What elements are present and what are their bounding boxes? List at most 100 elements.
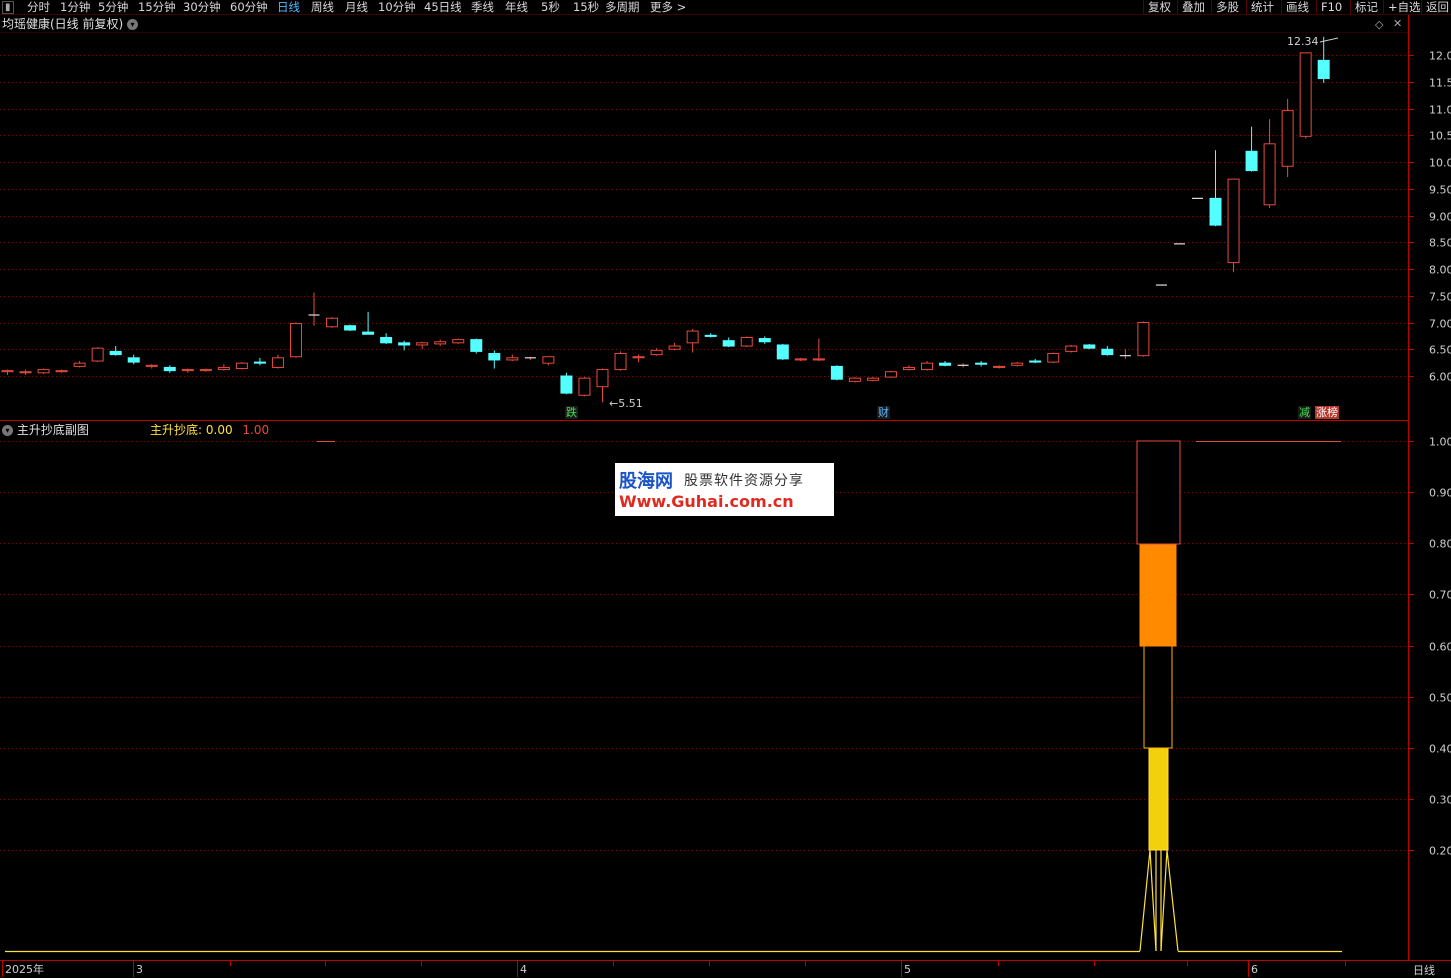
tag-fall[interactable]: 跌 xyxy=(565,406,578,419)
y-tick-label: 7.00 xyxy=(1429,318,1451,331)
high-price-label: 12.34 xyxy=(1287,35,1319,48)
candle-body xyxy=(289,323,302,358)
candle-body xyxy=(1281,110,1294,167)
candle-body xyxy=(127,357,140,363)
candle-body xyxy=(1011,362,1024,366)
candle-body xyxy=(452,339,465,344)
indicator-value: 0.00 xyxy=(205,423,233,437)
y-tick-label: 6.50 xyxy=(1429,344,1451,357)
candle-body xyxy=(1317,59,1330,80)
candle-body xyxy=(1029,360,1042,363)
candle-body xyxy=(1299,52,1312,137)
indicator-name: 主升抄底: xyxy=(150,423,203,437)
candle-body xyxy=(632,356,645,359)
candle-body xyxy=(903,366,915,371)
candle-body xyxy=(542,356,555,364)
candle-body xyxy=(668,345,681,350)
candle-body xyxy=(939,362,952,366)
indicator-bar-outline xyxy=(1143,645,1173,749)
candle-body xyxy=(1083,344,1096,349)
tag-reduce[interactable]: 减 xyxy=(1298,406,1311,419)
candle-body xyxy=(19,371,32,374)
candle-body xyxy=(1209,197,1222,226)
sub-y-tick-label: 1.00 xyxy=(1429,436,1451,449)
y-tick-label: 10.50 xyxy=(1429,130,1451,143)
high-arrow xyxy=(1319,37,1339,43)
candle-body xyxy=(199,369,212,372)
sub-chart-title: ▾ 主升抄底副图 xyxy=(2,423,89,437)
indicator-readout: 主升抄底: 0.00 1.00 xyxy=(150,423,269,437)
candle-body xyxy=(1101,348,1114,356)
x-tick-label: 3 xyxy=(136,963,143,976)
candle-body xyxy=(866,377,879,381)
indicator-bar-red xyxy=(1136,440,1181,545)
candle-body xyxy=(217,366,230,371)
candle-body xyxy=(993,365,1006,368)
candle-body xyxy=(470,339,483,352)
candle-body xyxy=(271,357,284,368)
y-tick-label: 7.50 xyxy=(1429,291,1451,304)
candle-body xyxy=(73,362,86,367)
candle-body xyxy=(1263,143,1276,206)
sub-y-tick-label: 0.40 xyxy=(1429,743,1451,756)
indicator-panel-title: 主升抄底副图 xyxy=(16,423,89,437)
watermark-slogan: 股票软件资源分享 xyxy=(684,473,804,489)
candle-body xyxy=(380,336,393,344)
y-tick-label: 8.00 xyxy=(1429,264,1451,277)
tag-limit-up-list[interactable]: 涨榜 xyxy=(1315,406,1339,419)
candle-body xyxy=(1227,178,1240,264)
sub-y-tick-label: 0.90 xyxy=(1429,487,1451,500)
watermark-brand: 股海网 xyxy=(619,471,673,492)
candle-body xyxy=(650,349,663,356)
candle-body xyxy=(235,362,248,370)
candle-body xyxy=(326,317,339,328)
candle-body xyxy=(722,340,735,347)
sub-y-tick-label: 0.80 xyxy=(1429,538,1451,551)
candle-body xyxy=(398,342,411,346)
y-tick-label: 9.50 xyxy=(1429,184,1451,197)
indicator-spike xyxy=(1160,849,1179,952)
candle-body xyxy=(578,377,591,396)
chevron-down-icon[interactable]: ▾ xyxy=(2,425,13,436)
candle-body xyxy=(91,347,104,362)
candle-body xyxy=(344,325,357,331)
y-tick-label: 11.50 xyxy=(1429,77,1451,90)
x-tick-label: 4 xyxy=(520,963,527,976)
tag-finance[interactable]: 财 xyxy=(877,406,890,419)
watermark-logo: 股海网 股票软件资源分享 Www.Guhai.com.cn xyxy=(615,463,834,516)
indicator-bar-yellow xyxy=(1148,747,1169,851)
y-tick-label: 11.00 xyxy=(1429,104,1451,117)
candle-body xyxy=(488,353,501,361)
candle-body xyxy=(704,334,717,337)
candle-body xyxy=(37,369,50,374)
candle-body xyxy=(596,369,609,388)
x-tick-label: 2025年 xyxy=(5,962,44,976)
candle-body xyxy=(686,330,699,344)
y-tick-label: 10.00 xyxy=(1429,157,1451,170)
x-tick-label: 5 xyxy=(904,963,911,976)
indicator-value-2: 1.00 xyxy=(242,423,270,437)
candle-body xyxy=(506,357,519,361)
candle-body xyxy=(1,370,14,373)
candle-body xyxy=(181,369,194,372)
candle-body xyxy=(776,344,789,360)
sub-y-tick-label: 0.20 xyxy=(1429,845,1451,858)
candle-body xyxy=(812,358,825,361)
sub-y-tick-label: 0.70 xyxy=(1429,589,1451,602)
sub-y-tick-label: 0.60 xyxy=(1429,641,1451,654)
indicator-spike xyxy=(1139,849,1157,952)
candle-body xyxy=(794,358,807,361)
candle-body xyxy=(434,341,447,345)
candle-body xyxy=(416,342,429,346)
candle-body xyxy=(560,375,573,394)
candle-body xyxy=(1047,353,1060,363)
candle-body xyxy=(975,362,988,365)
high-value: 12.34 xyxy=(1287,35,1319,48)
y-tick-label: 8.50 xyxy=(1429,237,1451,250)
x-tick-label: 6 xyxy=(1251,963,1258,976)
period-label: 日线 xyxy=(1413,964,1435,977)
candle-body xyxy=(830,365,843,380)
candle-body xyxy=(921,362,934,371)
sub-y-tick-label: 0.50 xyxy=(1429,692,1451,705)
watermark-url: Www.Guhai.com.cn xyxy=(619,492,794,511)
